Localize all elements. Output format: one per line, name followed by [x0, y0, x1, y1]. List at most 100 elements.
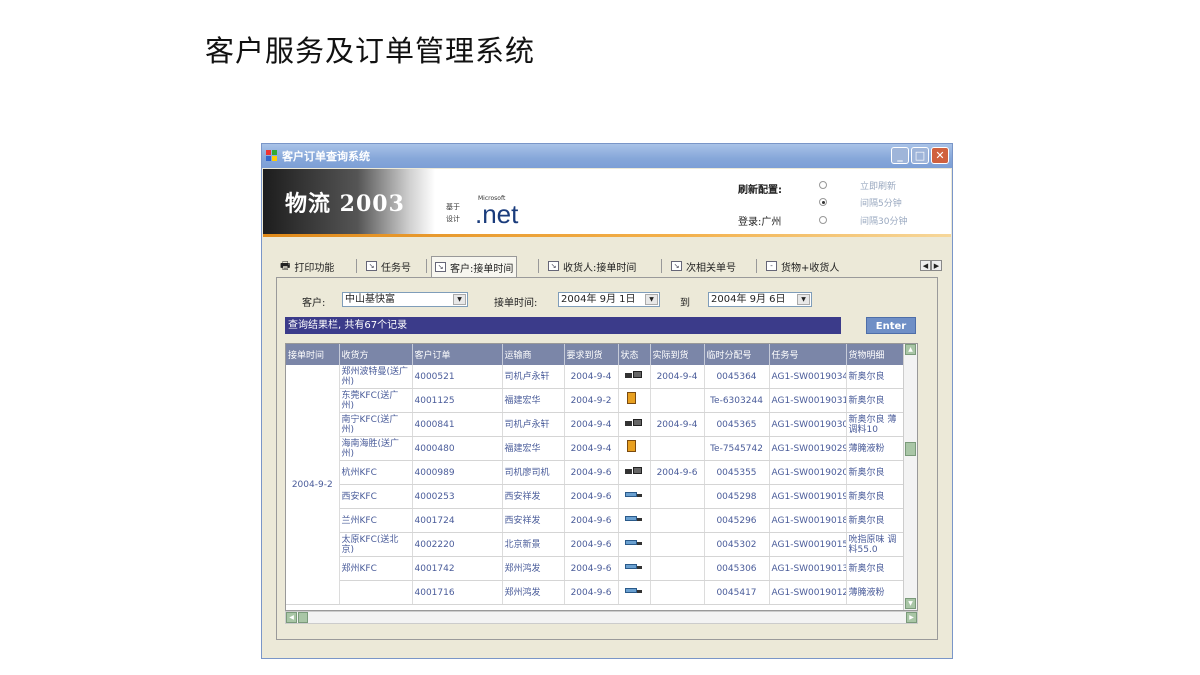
receiver-cell: 郑州波特曼(送广州)	[339, 365, 413, 389]
date-to-picker[interactable]: 2004年 9月 6日 ▼	[708, 292, 812, 307]
column-header[interactable]: 要求到货	[564, 344, 619, 365]
actual-cell	[650, 388, 705, 413]
maximize-button[interactable]: □	[911, 147, 929, 164]
temp-cell: 0045364	[704, 365, 770, 389]
radio-immediate[interactable]	[819, 181, 827, 189]
order-cell: 4001724	[412, 508, 503, 533]
radio-5min[interactable]	[819, 198, 827, 206]
toolbar-divider	[356, 259, 357, 273]
order-time-label: 接单时间:	[494, 298, 538, 309]
warehouse-icon	[625, 392, 643, 404]
column-header[interactable]: 运输商	[502, 344, 565, 365]
status-cell	[618, 436, 651, 461]
receiver-cell: 郑州KFC	[339, 556, 413, 581]
table-row[interactable]: 杭州KFC 4000989 司机廖司机 2004-9-6 2004-9-6 0045355…	[286, 460, 906, 485]
enter-button[interactable]: Enter	[866, 317, 916, 334]
column-header[interactable]: 实际到货	[650, 344, 705, 365]
table-row[interactable]: 4001716 郑州鸿发 2004-9-6 0045417 AG1-SW0019012 薄…	[286, 580, 906, 605]
truck-icon	[625, 563, 643, 571]
results-grid: 接单时间 收货方 客户订单 运输商 要求到货 状态 实际到货 临时分配号 任务号 货物明细 200…	[285, 343, 918, 611]
customer-value: 中山基快富	[345, 294, 395, 305]
column-header[interactable]: 任务号	[769, 344, 847, 365]
truck-icon	[625, 539, 643, 547]
tab-receiver-time[interactable]: ↘ 收货人:接单时间	[548, 256, 636, 276]
table-row[interactable]: 太原KFC(送北京) 4002220 北京新景 2004-9-6 0045302 AG1-…	[286, 532, 906, 557]
horizontal-scrollbar[interactable]: ◀ ▶	[285, 611, 918, 624]
column-header[interactable]: 收货方	[339, 344, 413, 365]
truck-icon	[625, 587, 643, 595]
status-cell	[618, 388, 651, 413]
tab-related-number[interactable]: ↘ 次相关单号	[671, 256, 736, 276]
tab-scroll-right-icon[interactable]: ▶	[931, 260, 942, 271]
order-date-cell: 2004-9-2	[286, 365, 340, 605]
scroll-left-icon[interactable]: ◀	[286, 612, 297, 623]
goods-cell: 新奥尔良	[846, 365, 906, 389]
table-row[interactable]: 2004-9-2 郑州波特曼(送广州) 4000521 司机卢永轩 2004-9-4 20…	[286, 365, 906, 605]
task-cell: AG1-SW0019031	[769, 388, 847, 413]
design-label: 设计	[446, 215, 460, 223]
column-header[interactable]: 客户订单	[412, 344, 503, 365]
close-button[interactable]: ✕	[931, 147, 949, 164]
actual-cell: 2004-9-4	[650, 412, 705, 437]
tab-scroll-left-icon[interactable]: ◀	[920, 260, 931, 271]
scroll-right-icon[interactable]: ▶	[906, 612, 917, 623]
toolbar-divider	[538, 259, 539, 273]
column-header[interactable]: 货物明细	[846, 344, 906, 365]
column-header[interactable]: 接单时间	[286, 344, 340, 365]
radio-label-immediate: 立即刷新	[860, 182, 897, 192]
delivered-truck-icon	[625, 467, 643, 475]
actual-cell	[650, 532, 705, 557]
temp-cell: 0045355	[704, 460, 770, 485]
carrier-cell: 西安祥发	[502, 508, 565, 533]
date-from-picker[interactable]: 2004年 9月 1日 ▼	[558, 292, 660, 307]
toolbar-divider	[426, 259, 427, 273]
actual-cell	[650, 580, 705, 605]
req-cell: 2004-9-4	[564, 436, 619, 461]
table-row[interactable]: 西安KFC 4000253 西安祥发 2004-9-6 0045298 AG1-SW001…	[286, 484, 906, 509]
receiver-cell: 南宁KFC(送广州)	[339, 412, 413, 437]
goods-cell: 新奥尔良	[846, 508, 906, 533]
print-button[interactable]: 🖶 打印功能	[280, 256, 334, 276]
column-header[interactable]: 状态	[618, 344, 651, 365]
task-cell: AG1-SW0019029	[769, 436, 847, 461]
order-cell: 4002220	[412, 532, 503, 557]
print-label: 打印功能	[294, 262, 335, 274]
table-row[interactable]: 海南海胜(送广州) 4000480 福建宏华 2004-9-4 Te-7545742 AG…	[286, 436, 906, 461]
table-row[interactable]: 南宁KFC(送广州) 4000841 司机卢永轩 2004-9-4 2004-9-4 00…	[286, 412, 906, 437]
minimize-button[interactable]: _	[891, 147, 909, 164]
radio-30min[interactable]	[819, 216, 827, 224]
tab-icon: -	[766, 261, 777, 271]
task-cell: AG1-SW0019015	[769, 532, 847, 557]
table-row[interactable]: 郑州KFC 4001742 郑州鸿发 2004-9-6 0045306 AG1-SW001…	[286, 556, 906, 581]
scroll-thumb[interactable]	[905, 442, 916, 456]
tab-customer-time[interactable]: ↘ 客户:接单时间	[431, 256, 518, 277]
task-cell: AG1-SW0019012	[769, 580, 847, 605]
dotnet-logo: .net	[475, 199, 519, 229]
title-bar[interactable]: 客户订单查询系统 _ □ ✕	[262, 144, 952, 168]
task-cell: AG1-SW0019018	[769, 508, 847, 533]
printer-icon: 🖶	[280, 258, 291, 272]
actual-cell: 2004-9-4	[650, 365, 705, 389]
tab-task-number[interactable]: ↘ 任务号	[366, 256, 411, 276]
customer-select[interactable]: 中山基快富 ▼	[342, 292, 468, 307]
temp-cell: 0045298	[704, 484, 770, 509]
carrier-cell: 西安祥发	[502, 484, 565, 509]
req-cell: 2004-9-6	[564, 556, 619, 581]
temp-cell: Te-6303244	[704, 388, 770, 413]
table-row[interactable]: 东莞KFC(送广州) 4001125 福建宏华 2004-9-2 Te-6303244 A…	[286, 388, 906, 413]
tab-goods-receiver[interactable]: - 货物+收货人	[766, 256, 839, 276]
vertical-scrollbar[interactable]: ▲ ▼	[903, 344, 917, 610]
tab-icon: ↘	[548, 261, 559, 271]
column-header[interactable]: 临时分配号	[704, 344, 770, 365]
task-cell: AG1-SW0019020	[769, 460, 847, 485]
scroll-down-icon[interactable]: ▼	[905, 598, 916, 609]
order-cell: 4000253	[412, 484, 503, 509]
receiver-cell: 杭州KFC	[339, 460, 413, 485]
scroll-up-icon[interactable]: ▲	[905, 344, 916, 355]
receiver-cell	[339, 580, 413, 605]
table-row[interactable]: 兰州KFC 4001724 西安祥发 2004-9-6 0045296 AG1-SW001…	[286, 508, 906, 533]
order-cell: 4000521	[412, 365, 503, 389]
truck-icon	[625, 491, 643, 499]
scroll-thumb-horizontal[interactable]	[298, 612, 308, 623]
banner: 物流 2003 基于 设计 Microsoft .net 刷新配置: 登录:广州…	[263, 169, 951, 237]
